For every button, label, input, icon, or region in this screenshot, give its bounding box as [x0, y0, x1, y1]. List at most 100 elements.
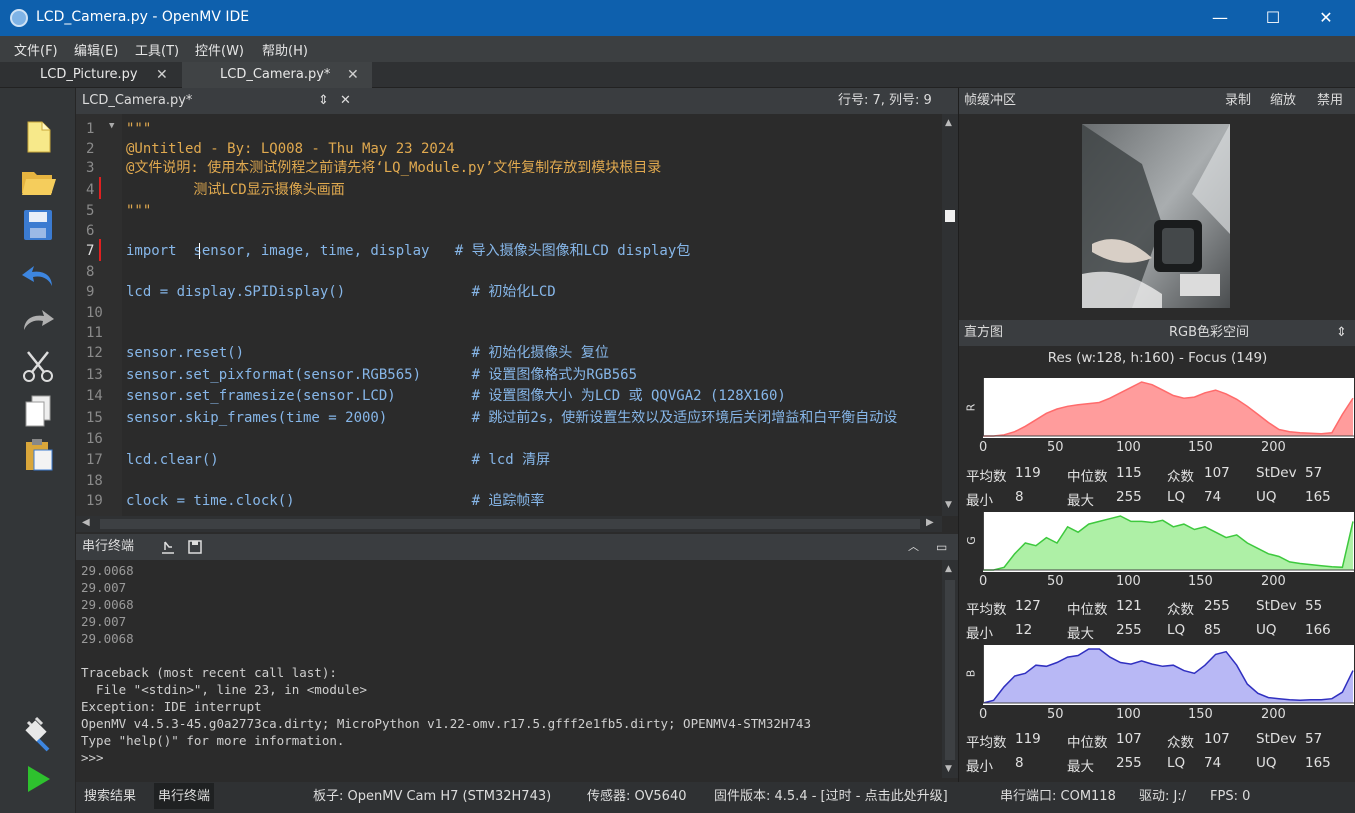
disable-button[interactable]: 禁用: [1317, 88, 1343, 114]
line-number: 4: [86, 182, 95, 198]
save-icon[interactable]: [18, 206, 58, 244]
drive-info[interactable]: 驱动: J:/: [1139, 783, 1186, 810]
search-results-tab[interactable]: 搜索结果: [84, 783, 136, 810]
code-line: """: [126, 121, 152, 137]
close-editor-icon[interactable]: ✕: [340, 88, 351, 114]
terminal-line: OpenMV v4.5.3-45.g0a2773ca.dirty; MicroP…: [81, 716, 811, 731]
scroll-thumb[interactable]: [945, 210, 955, 222]
line-gutter: 1 2 3 4 5 6 7 8 9 10 11 12 13 14 15 16 1…: [76, 114, 122, 516]
run-play-icon[interactable]: [18, 760, 58, 798]
tab-lcd-picture[interactable]: LCD_Picture.py ✕: [30, 62, 180, 88]
editor-horizontal-scrollbar[interactable]: ◀ ▶: [76, 516, 942, 532]
close-tab-icon[interactable]: ✕: [347, 62, 359, 88]
serial-terminal-tab[interactable]: 串行终端: [154, 783, 215, 809]
code-line: @Untitled - By: LQ008 - Thu May 23 2024: [126, 141, 455, 157]
code-editor[interactable]: 1 2 3 4 5 6 7 8 9 10 11 12 13 14 15 16 1…: [76, 114, 942, 516]
terminal-line: 29.007: [81, 614, 127, 629]
stat-min-r: 8: [1015, 489, 1024, 505]
terminal-vertical-scrollbar[interactable]: ▲ ▼: [942, 560, 958, 778]
scroll-up-icon[interactable]: ▲: [945, 564, 952, 574]
code-line: lcd = display.SPIDisplay() # 初始化LCD: [126, 284, 556, 300]
menu-edit[interactable]: 编辑(E): [74, 40, 118, 59]
terminal-line: 29.0068: [81, 597, 134, 612]
stat-lq-r: 74: [1204, 489, 1222, 505]
stat-median-b: 107: [1116, 731, 1142, 747]
line-number: 5: [86, 203, 95, 219]
scroll-left-icon[interactable]: ◀: [82, 517, 90, 528]
code-line: lcd.clear() # lcd 清屏: [126, 452, 551, 468]
scroll-down-icon[interactable]: ▼: [945, 764, 952, 774]
firmware-version-link[interactable]: 固件版本: 4.5.4 - [过时 - 点击此处升级]: [714, 783, 948, 810]
title-bar: LCD_Camera.py - OpenMV IDE — ☐ ✕: [0, 0, 1355, 36]
red-histogram: [983, 378, 1354, 438]
terminal-line: File "<stdin>", line 23, in <module>: [81, 682, 367, 697]
stat-mode-label: 众数: [1167, 469, 1194, 485]
menu-file[interactable]: 文件(F): [14, 40, 58, 59]
zoom-button[interactable]: 缩放: [1270, 88, 1296, 114]
editor-vertical-scrollbar[interactable]: ▲ ▼: [942, 114, 958, 516]
stat-median-label: 中位数: [1067, 469, 1108, 485]
terminal-title: 串行终端: [82, 539, 135, 554]
new-file-icon[interactable]: [18, 118, 58, 156]
stat-mean-b: 119: [1015, 731, 1041, 747]
resolution-focus-label: Res (w:128, h:160) - Focus (149): [1047, 350, 1268, 366]
left-toolbar: [0, 88, 76, 813]
fold-arrow-icon[interactable]: ▼: [109, 121, 114, 131]
file-tab-bar: LCD_Picture.py ✕ LCD_Camera.py* ✕: [0, 62, 1355, 88]
stat-lq-label: LQ: [1167, 489, 1186, 505]
scroll-right-icon[interactable]: ▶: [926, 517, 934, 528]
stat-stdev-label: StDev: [1256, 731, 1297, 747]
minimize-button[interactable]: —: [1197, 4, 1243, 32]
chevron-updown-icon[interactable]: ⇕: [1336, 320, 1347, 346]
line-number: 6: [86, 223, 95, 239]
colorspace-select[interactable]: RGB色彩空间: [1169, 320, 1249, 346]
window-title: LCD_Camera.py - OpenMV IDE: [36, 9, 250, 25]
code-line: clock = time.clock() # 追踪帧率: [126, 493, 545, 509]
tab-label: LCD_Camera.py*: [220, 67, 331, 82]
maximize-button[interactable]: ☐: [1250, 4, 1296, 32]
record-button[interactable]: 录制: [1225, 88, 1251, 114]
stat-max-label: 最大: [1067, 626, 1094, 642]
axis-tick: 50: [1047, 574, 1064, 589]
paste-icon[interactable]: [18, 436, 58, 474]
copy-icon[interactable]: [18, 392, 58, 430]
scroll-down-icon[interactable]: ▼: [945, 500, 952, 510]
terminal-line: Exception: IDE interrupt: [81, 699, 262, 714]
menu-tools[interactable]: 工具(T): [135, 40, 179, 59]
close-tab-icon[interactable]: ✕: [156, 62, 168, 88]
axis-tick: 150: [1188, 574, 1213, 589]
cut-icon[interactable]: [18, 348, 58, 386]
close-button[interactable]: ✕: [1303, 4, 1349, 32]
right-panel: 帧缓冲区 录制 缩放 禁用 直方图 RGB色彩空间 ⇕ Res (w:128, …: [958, 88, 1355, 782]
minimize-pane-icon[interactable]: ▭: [936, 534, 947, 560]
file-switch-icon[interactable]: ⇕: [318, 88, 329, 114]
stat-uq-label: UQ: [1256, 755, 1277, 771]
serial-port-info[interactable]: 串行端口: COM118: [1000, 783, 1116, 810]
undo-icon[interactable]: [18, 258, 58, 296]
tab-lcd-camera[interactable]: LCD_Camera.py* ✕: [182, 62, 372, 88]
menu-help[interactable]: 帮助(H): [262, 40, 308, 59]
terminal-line: 29.0068: [81, 563, 134, 578]
serial-terminal-output[interactable]: 29.0068 29.007 29.0068 29.007 29.0068 Tr…: [76, 560, 942, 778]
collapse-up-icon[interactable]: ︿: [908, 534, 919, 560]
line-number: 8: [86, 264, 95, 280]
cursor-position: 行号: 7, 列号: 9: [838, 93, 932, 108]
terminal-save-icon[interactable]: [187, 539, 203, 555]
connect-plug-icon[interactable]: [18, 716, 58, 754]
stat-stdev-label: StDev: [1256, 465, 1297, 481]
menu-widgets[interactable]: 控件(W): [195, 40, 244, 59]
stat-lq-label: LQ: [1167, 755, 1186, 771]
scroll-up-icon[interactable]: ▲: [945, 118, 952, 128]
modified-marker: [99, 177, 101, 199]
terminal-clear-icon[interactable]: [160, 539, 176, 555]
open-folder-icon[interactable]: [18, 162, 58, 200]
scroll-thumb[interactable]: [945, 580, 955, 760]
channel-b-label: B: [964, 669, 978, 678]
scroll-thumb[interactable]: [100, 519, 920, 529]
openmv-app-icon: [10, 9, 28, 27]
stat-lq-b: 74: [1204, 755, 1222, 771]
stat-min-b: 8: [1015, 755, 1024, 771]
line-number: 16: [86, 431, 103, 447]
redo-icon[interactable]: [18, 302, 58, 340]
channel-g-label: G: [964, 536, 978, 545]
